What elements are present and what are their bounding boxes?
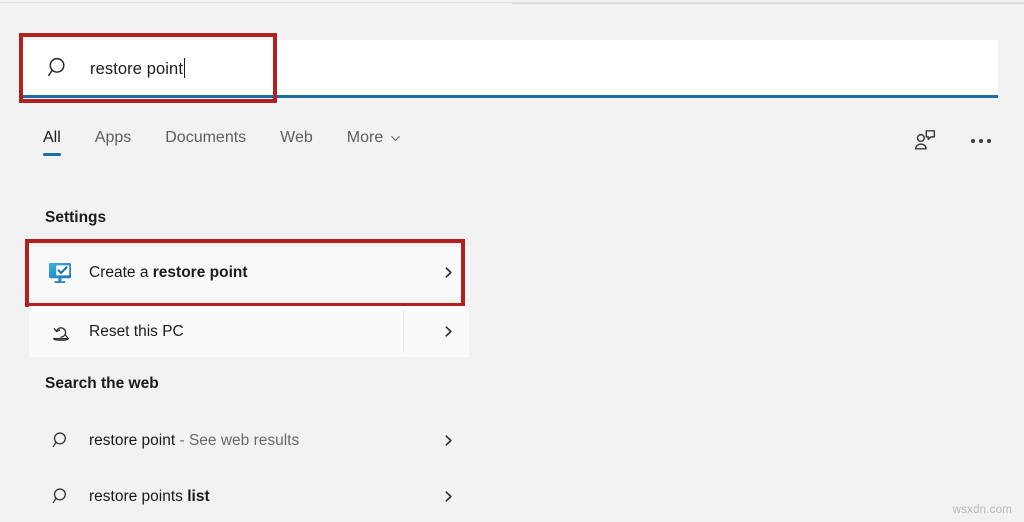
tab-apps-label: Apps bbox=[94, 129, 132, 146]
result-label-bold: list bbox=[187, 487, 210, 505]
tab-documents-label: Documents bbox=[165, 129, 247, 146]
search-box[interactable]: restore point bbox=[22, 40, 998, 96]
search-glyph bbox=[52, 432, 66, 448]
chevron-right-glyph bbox=[445, 491, 452, 502]
result-label-plain: Reset this PC bbox=[89, 322, 184, 340]
ellipsis-icon bbox=[971, 139, 991, 143]
chevron-right-icon[interactable] bbox=[427, 490, 469, 503]
reset-pc-glyph bbox=[53, 326, 69, 341]
chevron-right-glyph bbox=[445, 326, 452, 337]
result-label: restore point - See web results bbox=[89, 432, 427, 450]
text-caret bbox=[184, 57, 186, 78]
search-icon bbox=[48, 57, 65, 77]
search-icon bbox=[47, 486, 75, 507]
tab-more-label: More bbox=[346, 129, 384, 146]
reset-pc-icon bbox=[47, 320, 75, 344]
chevron-right-icon[interactable] bbox=[427, 434, 469, 447]
tab-apps[interactable]: Apps bbox=[95, 129, 131, 156]
chevron-right-glyph bbox=[445, 267, 452, 278]
search-input-value: restore point bbox=[90, 59, 184, 78]
result-label: Create a restore point bbox=[89, 264, 427, 282]
result-web-restore-point[interactable]: restore point - See web results bbox=[29, 415, 469, 466]
result-label-suffix: - See web results bbox=[175, 431, 300, 449]
more-options-button[interactable] bbox=[968, 128, 994, 154]
chevron-down-icon bbox=[391, 135, 400, 141]
result-label-plain: restore point bbox=[89, 431, 176, 449]
row-divider bbox=[403, 310, 404, 353]
tab-documents[interactable]: Documents bbox=[165, 129, 246, 156]
watermark: wsxdn.com bbox=[952, 504, 1012, 516]
search-icon bbox=[47, 430, 75, 451]
chevron-right-glyph bbox=[445, 435, 452, 446]
result-create-restore-point[interactable]: Create a restore point bbox=[29, 247, 469, 298]
tab-all[interactable]: All bbox=[43, 129, 61, 156]
chevron-right-icon[interactable] bbox=[427, 266, 469, 279]
result-label-bold: restore point bbox=[152, 263, 248, 281]
result-reset-this-pc[interactable]: Reset this PC bbox=[29, 306, 469, 357]
search-focus-underline bbox=[22, 95, 998, 98]
search-input-text[interactable]: restore point bbox=[90, 57, 186, 79]
tab-web[interactable]: Web bbox=[280, 129, 313, 156]
section-header-web: Search the web bbox=[45, 375, 159, 392]
result-label: Reset this PC bbox=[89, 323, 427, 341]
search-glyph bbox=[52, 488, 66, 504]
monitor-check-glyph bbox=[49, 262, 71, 283]
header-tools[interactable] bbox=[912, 128, 994, 154]
window-top-divider-right bbox=[512, 3, 1024, 4]
feedback-button[interactable] bbox=[912, 128, 938, 154]
tab-all-label: All bbox=[43, 129, 61, 146]
feedback-person-icon bbox=[914, 130, 936, 150]
chevron-right-icon[interactable] bbox=[427, 325, 469, 338]
result-web-restore-points-list[interactable]: restore points list bbox=[29, 471, 469, 522]
filter-tabs[interactable]: All Apps Documents Web More bbox=[43, 129, 435, 156]
result-label-plain: Create a bbox=[89, 263, 153, 281]
result-label-plain: restore points bbox=[89, 487, 188, 505]
tab-more[interactable]: More bbox=[347, 129, 401, 156]
section-header-settings: Settings bbox=[45, 209, 107, 226]
result-label: restore points list bbox=[89, 488, 427, 506]
monitor-check-icon bbox=[47, 261, 75, 285]
tab-web-label: Web bbox=[280, 129, 313, 146]
